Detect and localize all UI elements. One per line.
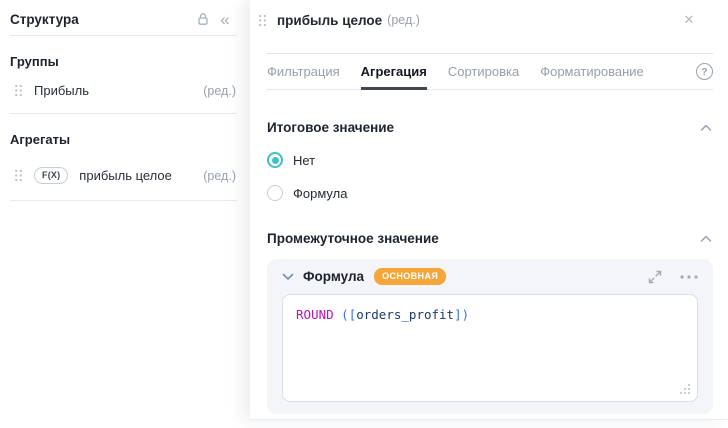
- close-icon[interactable]: ✕: [680, 11, 698, 29]
- main-formula-badge: ОСНОВНАЯ: [374, 268, 447, 285]
- radio-unselected-icon[interactable]: [267, 185, 283, 201]
- radio-selected-icon[interactable]: [267, 152, 283, 168]
- code-token-function: ROUND: [296, 307, 334, 322]
- code-token-bracket-close: ]: [454, 307, 462, 322]
- tab-filtering[interactable]: Фильтрация: [267, 54, 340, 90]
- collapse-sidebar-icon[interactable]: «: [214, 9, 236, 29]
- total-value-section-header: Итоговое значение: [267, 120, 712, 135]
- code-token-paren-open: (: [333, 307, 349, 322]
- radio-option-none[interactable]: Нет: [267, 152, 728, 168]
- chevron-down-icon[interactable]: [282, 273, 294, 281]
- section-title: Итоговое значение: [267, 120, 395, 135]
- code-token-field: orders_profit: [356, 307, 455, 322]
- groups-section-label: Группы: [10, 54, 59, 69]
- drag-handle-icon[interactable]: [258, 14, 267, 27]
- panel-title: прибыль целое: [277, 12, 383, 28]
- expand-icon[interactable]: [648, 270, 662, 284]
- formula-editor[interactable]: ROUND ([orders_profit]): [282, 294, 698, 402]
- aggregates-section-label: Агрегаты: [10, 132, 71, 147]
- structure-sidebar: Структура « Группы Прибыль (ред.) Агрега…: [0, 0, 244, 428]
- sidebar-divider: [10, 113, 237, 114]
- chevron-up-icon[interactable]: [700, 124, 712, 132]
- intermediate-value-section-header: Промежуточное значение: [267, 231, 712, 246]
- tab-formatting[interactable]: Форматирование: [540, 54, 644, 90]
- section-title: Промежуточное значение: [267, 231, 439, 246]
- tab-bar: Фильтрация Агрегация Сортировка Форматир…: [267, 54, 713, 90]
- formula-card-actions: [648, 270, 698, 284]
- list-item-group-profit[interactable]: Прибыль (ред.): [14, 83, 236, 98]
- sidebar-divider: [10, 35, 237, 36]
- tab-aggregation[interactable]: Агрегация: [360, 54, 427, 90]
- chevron-up-icon[interactable]: [700, 235, 712, 243]
- tab-sorting[interactable]: Сортировка: [448, 54, 519, 90]
- sidebar-divider: [10, 200, 237, 201]
- resize-grip-icon[interactable]: [680, 384, 690, 394]
- more-options-icon[interactable]: [680, 274, 698, 279]
- group-item-label: Прибыль: [34, 83, 89, 98]
- formula-block-label: Формула: [303, 269, 365, 284]
- help-icon[interactable]: ?: [696, 63, 713, 80]
- aggregate-item-edit-link[interactable]: (ред.): [203, 169, 236, 183]
- sidebar-title: Структура: [10, 11, 79, 27]
- formula-card-header: Формула ОСНОВНАЯ: [282, 268, 698, 285]
- formula-fx-badge: F(X): [34, 167, 69, 184]
- lock-icon[interactable]: [192, 9, 214, 29]
- formula-card: Формула ОСНОВНАЯ ROUND ([orders_profit]): [267, 259, 713, 414]
- code-line: ROUND ([orders_profit]): [296, 307, 469, 322]
- drag-handle-icon[interactable]: [14, 169, 23, 182]
- radio-label: Нет: [293, 152, 316, 168]
- list-item-aggregate-profit[interactable]: F(X) прибыль целое (ред.): [14, 167, 236, 184]
- panel-header: прибыль целое (ред.) ✕: [250, 0, 728, 29]
- radio-option-formula[interactable]: Формула: [267, 185, 728, 201]
- drag-handle-icon[interactable]: [14, 84, 23, 97]
- group-item-edit-link[interactable]: (ред.): [203, 84, 236, 98]
- radio-label: Формула: [293, 185, 348, 201]
- field-settings-panel: прибыль целое (ред.) ✕ Фильтрация Агрега…: [250, 0, 728, 420]
- aggregate-item-label: прибыль целое: [79, 168, 172, 183]
- panel-title-edit-link[interactable]: (ред.): [387, 13, 420, 27]
- sidebar-header: Структура «: [0, 0, 244, 29]
- code-token-paren-close: ): [461, 307, 470, 322]
